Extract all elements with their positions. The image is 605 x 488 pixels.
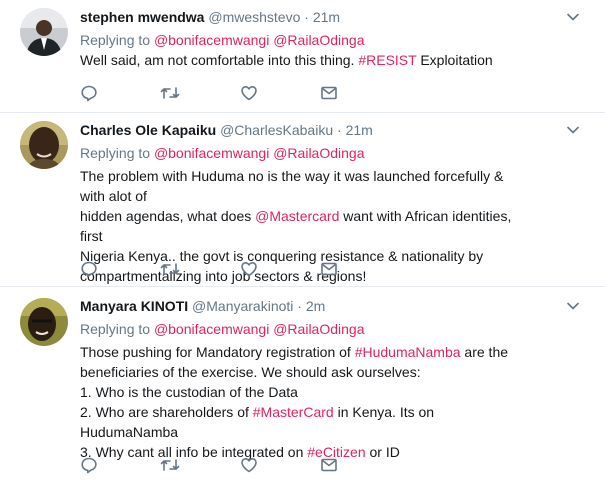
mention-link[interactable]: @bonifacemwangi bbox=[154, 145, 269, 161]
like-button[interactable] bbox=[240, 83, 320, 103]
chevron-down-icon[interactable] bbox=[565, 9, 581, 25]
text-segment: 2. Who are shareholders of bbox=[80, 404, 253, 420]
tweet-header: Charles Ole Kapaiku @CharlesKabaiku · 21… bbox=[80, 121, 595, 139]
hashtag-link[interactable]: #RESIST bbox=[358, 52, 416, 68]
replying-to-line: Replying to @bonifacemwangi @RailaOdinga bbox=[80, 144, 364, 162]
tweet-actions bbox=[80, 83, 400, 103]
message-icon bbox=[321, 86, 337, 100]
tweet-1[interactable]: stephen mwendwa @mweshstevo · 21m Replyi… bbox=[0, 0, 605, 113]
replying-to-line: Replying to @bonifacemwangi @RailaOdinga bbox=[80, 320, 364, 338]
like-button[interactable] bbox=[240, 259, 320, 279]
tweet-actions bbox=[80, 455, 400, 475]
avatar[interactable] bbox=[20, 298, 68, 346]
reply-icon bbox=[81, 457, 97, 474]
mention-link[interactable]: @RailaOdinga bbox=[273, 321, 364, 337]
retweet-button[interactable] bbox=[160, 259, 240, 279]
tweet-actions bbox=[80, 259, 400, 279]
avatar[interactable] bbox=[20, 8, 68, 56]
reply-icon bbox=[81, 85, 97, 102]
mention-link[interactable]: @bonifacemwangi bbox=[154, 321, 269, 337]
display-name[interactable]: stephen mwendwa bbox=[80, 9, 204, 25]
reply-button[interactable] bbox=[80, 455, 160, 475]
timestamp[interactable]: 21m bbox=[313, 9, 340, 25]
reply-icon bbox=[81, 261, 97, 278]
replying-to-label: Replying to bbox=[80, 145, 151, 161]
avatar[interactable] bbox=[20, 121, 68, 169]
text-segment: are the bbox=[460, 344, 509, 360]
text-segment: Exploitation bbox=[416, 52, 493, 68]
text-segment: Those pushing for Mandatory registration… bbox=[80, 344, 355, 360]
message-icon bbox=[321, 262, 337, 276]
tweet-2[interactable]: Charles Ole Kapaiku @CharlesKabaiku · 21… bbox=[0, 113, 605, 287]
message-button[interactable] bbox=[320, 83, 400, 103]
chevron-down-icon[interactable] bbox=[565, 122, 581, 138]
replying-to-label: Replying to bbox=[80, 321, 151, 337]
user-handle[interactable]: @mweshstevo bbox=[208, 9, 300, 25]
retweet-icon bbox=[160, 263, 180, 275]
message-button[interactable] bbox=[320, 455, 400, 475]
hashtag-link[interactable]: #HudumaNamba bbox=[355, 344, 461, 360]
separator-dot: · bbox=[304, 9, 309, 25]
like-icon bbox=[241, 458, 257, 473]
reply-button[interactable] bbox=[80, 259, 160, 279]
chevron-down-icon[interactable] bbox=[565, 298, 581, 314]
text-line: beneficiaries of the exercise. We should… bbox=[80, 364, 421, 380]
text-line: The problem with Huduma no is the way it… bbox=[80, 168, 504, 204]
like-icon bbox=[241, 262, 257, 277]
separator-dot: · bbox=[337, 122, 342, 138]
reply-button[interactable] bbox=[80, 83, 160, 103]
message-icon bbox=[321, 458, 337, 472]
mention-link[interactable]: @RailaOdinga bbox=[273, 145, 364, 161]
text-segment: hidden agendas, what does bbox=[80, 208, 256, 224]
separator-dot: · bbox=[297, 298, 302, 314]
timestamp[interactable]: 21m bbox=[346, 122, 373, 138]
text-line: 2. Who are shareholders of #MasterCard i… bbox=[80, 402, 520, 442]
timestamp[interactable]: 2m bbox=[306, 298, 325, 314]
text-line: hidden agendas, what does @Mastercard wa… bbox=[80, 206, 520, 246]
user-handle[interactable]: @CharlesKabaiku bbox=[220, 122, 333, 138]
replying-to-line: Replying to @bonifacemwangi @RailaOdinga bbox=[80, 31, 364, 49]
like-icon bbox=[241, 86, 257, 101]
replying-to-label: Replying to bbox=[80, 32, 151, 48]
like-button[interactable] bbox=[240, 455, 320, 475]
retweet-icon bbox=[160, 459, 180, 471]
mention-link[interactable]: @bonifacemwangi bbox=[154, 32, 269, 48]
message-button[interactable] bbox=[320, 259, 400, 279]
retweet-button[interactable] bbox=[160, 455, 240, 475]
tweet-3[interactable]: Manyara KINOTI @Manyarakinoti · 2m Reply… bbox=[0, 287, 605, 488]
mention-link[interactable]: @RailaOdinga bbox=[273, 32, 364, 48]
text-line: Those pushing for Mandatory registration… bbox=[80, 342, 520, 362]
tweet-text: Well said, am not comfortable into this … bbox=[80, 50, 520, 70]
retweet-button[interactable] bbox=[160, 83, 240, 103]
text-segment: Well said, am not comfortable into this … bbox=[80, 52, 359, 68]
hashtag-link[interactable]: #MasterCard bbox=[253, 404, 334, 420]
text-line: 1. Who is the custodian of the Data bbox=[80, 384, 298, 400]
tweet-text: Those pushing for Mandatory registration… bbox=[80, 342, 520, 462]
display-name[interactable]: Charles Ole Kapaiku bbox=[80, 122, 216, 138]
retweet-icon bbox=[160, 87, 180, 99]
mention-link[interactable]: @Mastercard bbox=[255, 208, 339, 224]
user-handle[interactable]: @Manyarakinoti bbox=[192, 298, 293, 314]
tweet-header: Manyara KINOTI @Manyarakinoti · 2m bbox=[80, 297, 595, 315]
display-name[interactable]: Manyara KINOTI bbox=[80, 298, 188, 314]
tweet-header: stephen mwendwa @mweshstevo · 21m bbox=[80, 8, 595, 26]
